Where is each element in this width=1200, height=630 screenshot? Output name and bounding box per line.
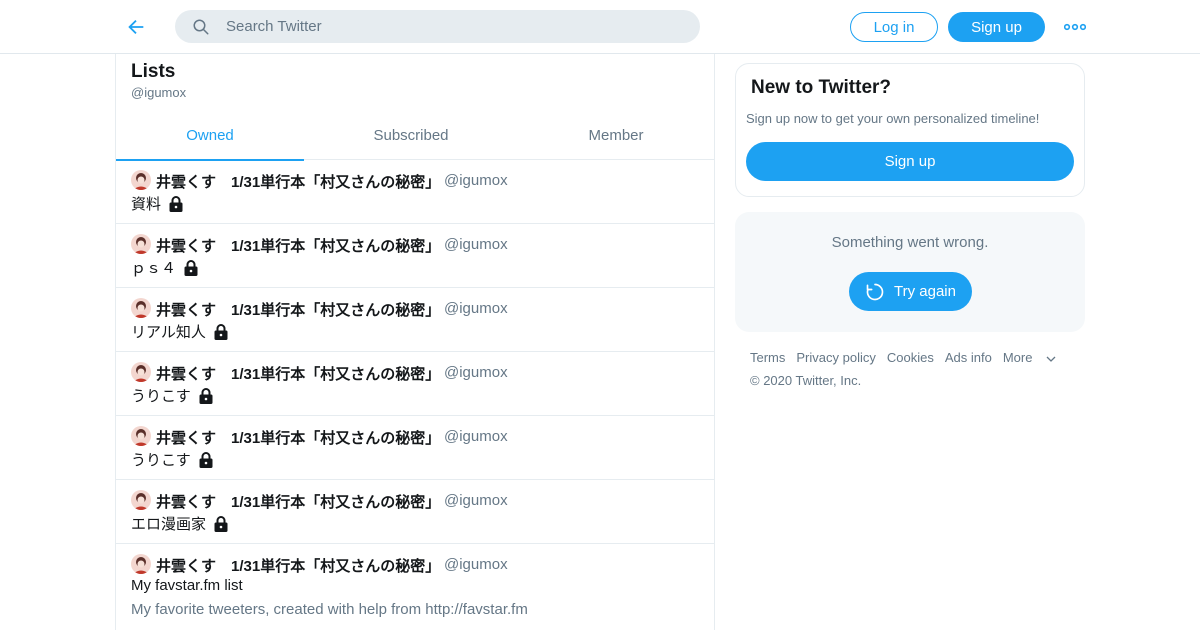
list-name[interactable]: リアル知人 (131, 321, 230, 342)
list-item[interactable]: 井雲くす 1/31単行本「村又さんの秘密」 @igumox ｐｓ４ (116, 224, 714, 288)
list-owner-name: 井雲くす 1/31単行本「村又さんの秘密」 (156, 430, 441, 447)
avatar (131, 298, 151, 318)
list-owner-handle: @igumox (444, 492, 508, 509)
list-owner-handle: @igumox (444, 300, 508, 317)
list-name-text: うりこす (131, 452, 191, 469)
try-again-button[interactable]: Try again (849, 272, 972, 311)
signup-button[interactable]: Sign up (948, 12, 1045, 42)
list-owner-name: 井雲くす 1/31単行本「村又さんの秘密」 (156, 302, 441, 319)
list-name-text: 資料 (131, 196, 162, 213)
avatar (131, 362, 151, 382)
footer-link-privacy[interactable]: Privacy policy (796, 350, 875, 365)
list-item[interactable]: 井雲くす 1/31単行本「村又さんの秘密」 @igumox リアル知人 (116, 288, 714, 352)
list-item[interactable]: 井雲くす 1/31単行本「村又さんの秘密」 @igumox My favstar… (116, 544, 714, 630)
arrow-left-icon (128, 19, 144, 35)
list-owner-handle: @igumox (444, 556, 508, 573)
error-panel: Something went wrong. Try again (735, 212, 1085, 332)
tab-owned[interactable]: Owned (116, 110, 304, 161)
footer-more-button[interactable]: More (1003, 350, 1058, 365)
list-name-text: My favstar.fm list (131, 577, 243, 594)
avatar (131, 490, 151, 510)
search-input[interactable] (226, 18, 666, 35)
list-name-text: リアル知人 (131, 324, 206, 341)
list-owner-name: 井雲くす 1/31単行本「村又さんの秘密」 (156, 238, 441, 255)
refresh-icon (865, 282, 885, 302)
avatar (131, 426, 151, 446)
list-name[interactable]: うりこす (131, 385, 215, 406)
copyright: © 2020 Twitter, Inc. (750, 373, 862, 388)
list-name[interactable]: ｐｓ４ (131, 257, 200, 278)
panel-subtitle: Sign up now to get your own personalized… (746, 111, 1040, 126)
list-item[interactable]: 井雲くす 1/31単行本「村又さんの秘密」 @igumox エロ漫画家 (116, 480, 714, 544)
panel-title: New to Twitter? (751, 77, 892, 98)
footer-links: Terms Privacy policy Cookies Ads info Mo… (750, 350, 1080, 365)
list-owner-handle: @igumox (444, 172, 508, 189)
tab-bar: Owned Subscribed Member (116, 110, 714, 161)
list-owner-name: 井雲くす 1/31単行本「村又さんの秘密」 (156, 366, 441, 383)
footer-link-cookies[interactable]: Cookies (887, 350, 934, 365)
tab-subscribed[interactable]: Subscribed (304, 110, 518, 160)
sidebar-signup-button[interactable]: Sign up (746, 142, 1074, 181)
lock-icon (167, 195, 185, 213)
back-button[interactable] (122, 13, 150, 41)
page-title: Lists (131, 61, 176, 82)
list-name[interactable]: My favstar.fm list (131, 577, 243, 594)
tab-member[interactable]: Member (518, 110, 714, 160)
list-owner-name: 井雲くす 1/31単行本「村又さんの秘密」 (156, 174, 441, 191)
page-handle: @igumox (131, 85, 187, 100)
footer-more-label: More (1002, 350, 1033, 365)
list-items: 井雲くす 1/31単行本「村又さんの秘密」 @igumox 資料 井雲くす 1/… (116, 160, 714, 630)
lock-icon (212, 323, 230, 341)
list-name[interactable]: 資料 (131, 193, 185, 214)
lock-icon (182, 259, 200, 277)
list-owner-handle: @igumox (444, 364, 508, 381)
list-name[interactable]: うりこす (131, 449, 215, 470)
error-message: Something went wrong. (831, 234, 989, 251)
search-icon (191, 17, 211, 37)
lock-icon (197, 387, 215, 405)
list-item[interactable]: 井雲くす 1/31単行本「村又さんの秘密」 @igumox うりこす (116, 352, 714, 416)
list-owner-handle: @igumox (444, 236, 508, 253)
chevron-down-icon (1046, 356, 1056, 362)
login-button[interactable]: Log in (850, 12, 938, 42)
list-owner-name: 井雲くす 1/31単行本「村又さんの秘密」 (156, 494, 441, 511)
list-item[interactable]: 井雲くす 1/31単行本「村又さんの秘密」 @igumox うりこす (116, 416, 714, 480)
avatar (131, 234, 151, 254)
lock-icon (197, 451, 215, 469)
main-column: Lists @igumox Owned Subscribed Member 井雲… (115, 54, 715, 630)
list-name[interactable]: エロ漫画家 (131, 513, 230, 534)
search-bar[interactable] (175, 10, 700, 43)
list-name-text: ｐｓ４ (131, 260, 177, 277)
list-item[interactable]: 井雲くす 1/31単行本「村又さんの秘密」 @igumox 資料 (116, 160, 714, 224)
top-bar: Log in Sign up (0, 0, 1200, 54)
lock-icon (212, 515, 230, 533)
list-name-text: うりこす (131, 388, 191, 405)
more-button[interactable] (1062, 14, 1088, 40)
list-owner-handle: @igumox (444, 428, 508, 445)
avatar (131, 170, 151, 190)
footer-link-ads-info[interactable]: Ads info (945, 350, 992, 365)
new-to-twitter-panel: New to Twitter? Sign up now to get your … (735, 63, 1085, 197)
footer: Terms Privacy policy Cookies Ads info Mo… (750, 350, 1080, 388)
list-name-text: エロ漫画家 (131, 516, 207, 533)
try-again-label: Try again (894, 283, 956, 300)
avatar (131, 554, 151, 574)
list-description: My favorite tweeters, created with help … (131, 601, 528, 618)
more-dots-icon (1064, 23, 1086, 31)
list-owner-name: 井雲くす 1/31単行本「村又さんの秘密」 (156, 558, 441, 575)
footer-link-terms[interactable]: Terms (750, 350, 785, 365)
